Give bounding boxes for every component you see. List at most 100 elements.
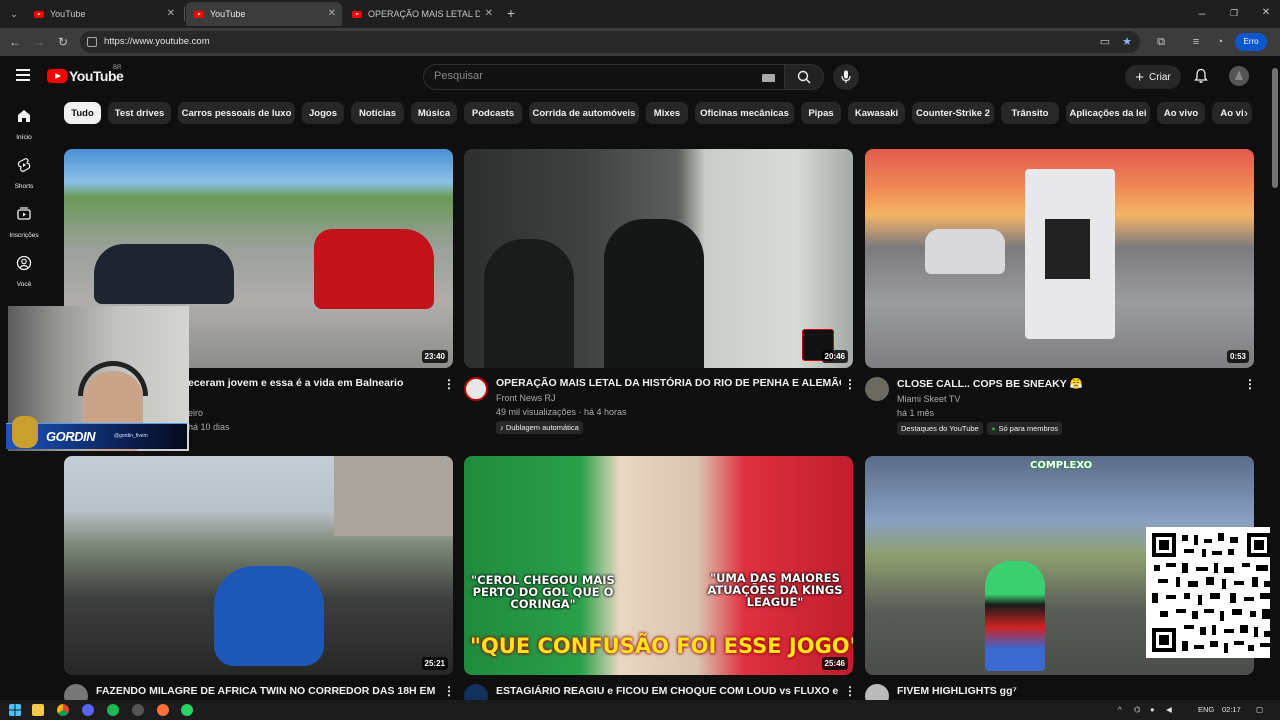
chip[interactable]: Corrida de automóveis bbox=[529, 102, 639, 124]
cast-icon[interactable]: ▭ bbox=[1098, 35, 1112, 49]
volume-icon[interactable]: ◀ bbox=[1166, 705, 1172, 714]
close-tab-icon[interactable]: ✕ bbox=[328, 8, 336, 19]
clock[interactable]: 02:17 bbox=[1222, 705, 1241, 714]
chip[interactable]: Kawasaki bbox=[848, 102, 905, 124]
chrome-icon[interactable] bbox=[57, 704, 69, 716]
sidebar-item-subscriptions[interactable]: Inscrições bbox=[0, 206, 48, 252]
reload-button[interactable]: ↻ bbox=[55, 34, 71, 50]
chip[interactable]: Counter-Strike 2 bbox=[912, 102, 994, 124]
forward-button[interactable]: → bbox=[31, 34, 47, 50]
chip[interactable]: Podcasts bbox=[464, 102, 522, 124]
close-tab-icon[interactable]: ✕ bbox=[485, 8, 493, 19]
minimize-button[interactable]: – bbox=[1194, 5, 1210, 21]
video-channel[interactable]: eiro bbox=[188, 408, 203, 418]
bookmark-star-icon[interactable]: ★ bbox=[1120, 35, 1134, 49]
scrollbar-thumb[interactable] bbox=[1272, 68, 1278, 188]
profile-icon[interactable]: ◔ bbox=[1213, 35, 1227, 49]
more-actions-icon[interactable]: ⋮ bbox=[443, 684, 455, 698]
country-code: BR bbox=[113, 65, 122, 71]
chip[interactable]: Notícias bbox=[351, 102, 404, 124]
video-title[interactable]: ESTAGIÁRIO REAGIU e FICOU EM CHOQUE COM … bbox=[496, 685, 841, 697]
chip[interactable]: Jogos bbox=[302, 102, 344, 124]
video-title[interactable]: FAZENDO MILAGRE DE AFRICA TWIN NO CORRED… bbox=[96, 685, 436, 697]
sidebar-item-shorts[interactable]: Shorts bbox=[0, 157, 48, 203]
address-bar[interactable]: https://www.youtube.com bbox=[80, 31, 1140, 53]
keyboard-icon[interactable] bbox=[762, 74, 775, 82]
thumbnail-quote-right: "UMA DAS MAIORES ATUAÇÕES DA KINGS LEAGU… bbox=[707, 571, 843, 610]
tab-youtube-1[interactable]: YouTube ✕ bbox=[26, 2, 181, 26]
app-icon[interactable] bbox=[132, 704, 144, 716]
site-info-icon[interactable] bbox=[87, 37, 97, 47]
chip-tudo[interactable]: Tudo bbox=[64, 102, 101, 124]
sidebar-item-you[interactable]: Você bbox=[0, 255, 48, 301]
network-icon[interactable]: ⌬ bbox=[1134, 705, 1141, 714]
video-channel[interactable]: Front News RJ bbox=[496, 393, 556, 403]
notification-icon[interactable]: ▢ bbox=[1256, 705, 1263, 714]
media-control-icon[interactable]: ≡ bbox=[1189, 35, 1203, 49]
search-button[interactable] bbox=[784, 64, 824, 90]
language-indicator[interactable]: ENG bbox=[1198, 705, 1214, 714]
windows-start-icon[interactable] bbox=[9, 704, 21, 716]
video-thumbnail[interactable]: 20:46 bbox=[464, 149, 853, 368]
video-thumbnail[interactable]: 0:53 bbox=[865, 149, 1254, 368]
more-actions-icon[interactable]: ⋮ bbox=[844, 684, 856, 698]
mic-tray-icon[interactable]: ● bbox=[1150, 705, 1155, 714]
subscriptions-icon bbox=[17, 207, 31, 220]
browser-tab-bar: ⌄ YouTube ✕ YouTube ✕ OPERAÇÃO MAIS LETA… bbox=[0, 0, 1280, 28]
maximize-button[interactable]: ❐ bbox=[1226, 5, 1242, 21]
spotify-icon[interactable] bbox=[107, 704, 119, 716]
search-box[interactable] bbox=[423, 64, 785, 90]
chip[interactable]: Ao vivo bbox=[1157, 102, 1205, 124]
discord-icon[interactable] bbox=[82, 704, 94, 716]
profile-error-button[interactable]: Erro bbox=[1235, 33, 1267, 51]
notifications-bell-icon[interactable] bbox=[1193, 68, 1209, 84]
page-scrollbar[interactable] bbox=[1270, 56, 1280, 700]
youtube-logo[interactable]: YouTube BR bbox=[47, 65, 124, 84]
video-thumbnail[interactable]: 25:21 bbox=[64, 456, 453, 675]
tab-search-button[interactable]: ⌄ bbox=[6, 6, 22, 22]
badge-label: Dublagem automática bbox=[505, 423, 579, 432]
video-title[interactable]: CLOSE CALL.. COPS BE SNEAKY 😤 bbox=[897, 377, 1227, 390]
more-actions-icon[interactable]: ⋮ bbox=[1244, 377, 1256, 391]
video-title[interactable]: OPERAÇÃO MAIS LETAL DA HISTÓRIA DO RIO D… bbox=[496, 377, 841, 389]
chip[interactable]: Música bbox=[411, 102, 457, 124]
tray-chevron-icon[interactable]: ^ bbox=[1118, 705, 1122, 714]
account-avatar[interactable] bbox=[1229, 66, 1249, 86]
video-title[interactable]: eceram jovem e essa é a vida em Balneari… bbox=[188, 377, 433, 389]
chip[interactable]: Pipas bbox=[801, 102, 841, 124]
voice-search-button[interactable] bbox=[833, 64, 859, 90]
sidebar-item-label: Shorts bbox=[14, 183, 34, 190]
create-button[interactable]: + Criar bbox=[1125, 65, 1181, 89]
video-duration: 0:53 bbox=[1226, 350, 1249, 363]
video-channel[interactable]: Miami Skeet TV bbox=[897, 394, 960, 404]
sidebar-item-home[interactable]: Início bbox=[0, 108, 48, 154]
chip[interactable]: Oficinas mecânicas bbox=[695, 102, 794, 124]
thumbnail-quote-left: "CEROL CHEGOU MAIS PERTO DO GOL QUE O CO… bbox=[471, 573, 615, 612]
menu-icon[interactable] bbox=[16, 69, 30, 81]
chevron-right-icon[interactable]: › bbox=[1244, 106, 1248, 120]
more-actions-icon[interactable]: ⋮ bbox=[844, 377, 856, 391]
whatsapp-icon[interactable] bbox=[181, 704, 193, 716]
youtube-favicon-icon bbox=[352, 10, 362, 18]
chip[interactable]: Aplicações da lei bbox=[1066, 102, 1150, 124]
chip[interactable]: Carros pessoais de luxo bbox=[178, 102, 295, 124]
extensions-icon[interactable]: ⧉ bbox=[1154, 35, 1168, 49]
tab-youtube-2[interactable]: YouTube ✕ bbox=[186, 2, 342, 26]
chip[interactable]: Test drives bbox=[108, 102, 171, 124]
more-actions-icon[interactable]: ⋮ bbox=[443, 377, 455, 391]
chip[interactable]: Mixes bbox=[646, 102, 688, 124]
video-title[interactable]: FIVEM HIGHLIGHTS gg⁷ bbox=[897, 685, 1097, 697]
chip[interactable]: Trânsito bbox=[1001, 102, 1059, 124]
tab-operacao[interactable]: OPERAÇÃO MAIS LETAL DA HIS ✕ bbox=[344, 2, 499, 26]
channel-avatar[interactable] bbox=[464, 377, 488, 401]
back-button[interactable]: ← bbox=[7, 34, 23, 50]
video-thumbnail[interactable]: "CEROL CHEGOU MAIS PERTO DO GOL QUE O CO… bbox=[464, 456, 853, 675]
close-tab-icon[interactable]: ✕ bbox=[167, 8, 175, 19]
close-window-button[interactable]: ✕ bbox=[1258, 5, 1274, 21]
channel-avatar[interactable] bbox=[865, 377, 889, 401]
video-meta: há 10 dias bbox=[188, 422, 230, 432]
firefox-icon[interactable] bbox=[157, 704, 169, 716]
new-tab-button[interactable]: + bbox=[503, 5, 519, 21]
file-explorer-icon[interactable] bbox=[32, 704, 44, 716]
search-input[interactable] bbox=[434, 70, 734, 82]
